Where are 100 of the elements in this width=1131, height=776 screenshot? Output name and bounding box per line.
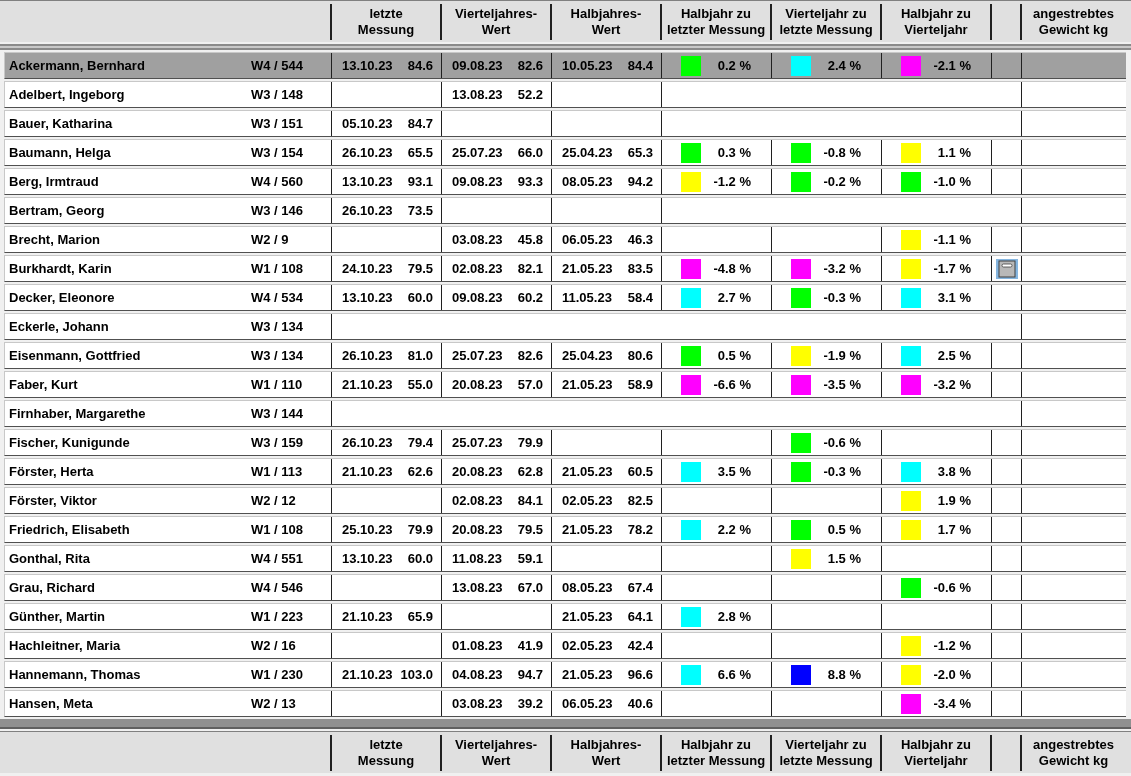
weight-value: 65.9 <box>407 609 433 624</box>
date-text: 02.05.23 <box>562 493 613 508</box>
ward-room: W1 / 113 <box>251 464 303 479</box>
ward-room: W4 / 544 <box>251 58 304 73</box>
percent-change: -2.0 % <box>933 667 972 682</box>
patient-name: Friedrich, Elisabeth <box>9 522 131 537</box>
ward-room: W3 / 146 <box>251 203 304 218</box>
date-text: 21.05.23 <box>562 377 613 392</box>
weight-value: 93.3 <box>517 174 543 189</box>
date-text: 21.10.23 <box>342 667 393 682</box>
date-text: 13.08.23 <box>452 87 503 102</box>
date-text: 09.08.23 <box>452 290 503 305</box>
patient-name: Hannemann, Thomas <box>9 667 142 682</box>
weight-value: 67.4 <box>627 580 653 595</box>
date-text: 06.05.23 <box>562 232 613 247</box>
ward-room: W3 / 134 <box>251 348 304 363</box>
table-row[interactable]: Förster, Herta W1 / 113 21.10.23 62.6 20.08.23 62.8 21.05.23 60.5 3.5 % -0.3 % 3.8 % <box>4 458 1126 485</box>
column-header: angestrebtes Gewicht kg <box>1020 4 1125 40</box>
percent-change: -2.1 % <box>933 58 972 73</box>
percent-change: 6.6 % <box>717 667 752 682</box>
table-row[interactable]: Förster, Viktor W2 / 12 02.08.23 84.1 02.05.23 82.5 1.9 % <box>4 487 1126 514</box>
table-row[interactable]: Brecht, Marion W2 / 9 03.08.23 45.8 06.05.23 46.3 -1.1 % <box>4 226 1126 253</box>
date-text: 21.05.23 <box>562 522 613 537</box>
table-row[interactable]: Fischer, Kunigunde W3 / 159 26.10.23 79.4 25.07.23 79.9 -0.6 % <box>4 429 1126 456</box>
weight-value: 66.0 <box>517 145 543 160</box>
table-row[interactable]: Eisenmann, Gottfried W3 / 134 26.10.23 81.0 25.07.23 82.6 25.04.23 80.6 0.5 % -1.9 % 2.5 % <box>4 342 1126 369</box>
table-row[interactable]: Baumann, Helga W3 / 154 26.10.23 65.5 25.07.23 66.0 25.04.23 65.3 0.3 % -0.8 % 1.1 % <box>4 139 1126 166</box>
date-text: 26.10.23 <box>342 203 393 218</box>
ward-room: W1 / 108 <box>251 522 304 537</box>
table-row[interactable]: Burkhardt, Karin W1 / 108 24.10.23 79.5 02.08.23 82.1 21.05.23 83.5 -4.8 % -3.2 % -1.7 % <box>4 255 1126 282</box>
ward-room: W4 / 534 <box>251 290 304 305</box>
table-row[interactable]: Gonthal, Rita W4 / 551 13.10.23 60.0 11.08.23 59.1 1.5 % <box>4 545 1126 572</box>
icon-button[interactable] <box>995 258 1018 279</box>
table-row[interactable]: Friedrich, Elisabeth W1 / 108 25.10.23 79.9 20.08.23 79.5 21.05.23 78.2 2.2 % 0.5 % 1.7 % <box>4 516 1126 543</box>
percent-change: 3.8 % <box>937 464 972 479</box>
patient-name: Faber, Kurt <box>9 377 79 392</box>
weight-value: 79.9 <box>407 522 433 537</box>
percent-change: -1.0 % <box>933 174 972 189</box>
date-text: 21.10.23 <box>342 609 393 624</box>
table-row[interactable]: Hansen, Meta W2 / 13 03.08.23 39.2 06.05.23 40.6 -3.4 % <box>4 690 1126 717</box>
table-row[interactable]: Eckerle, Johann W3 / 134 <box>4 313 1126 340</box>
weight-value: 46.3 <box>627 232 653 247</box>
percent-change: 3.5 % <box>717 464 752 479</box>
patient-name: Bertram, Georg <box>9 203 106 218</box>
table-row[interactable]: Firnhaber, Margarethe W3 / 144 <box>4 400 1126 427</box>
patient-name: Burkhardt, Karin <box>9 261 113 276</box>
percent-change: 8.8 % <box>827 667 862 682</box>
weight-value: 57.0 <box>517 377 543 392</box>
weight-value: 58.4 <box>627 290 653 305</box>
table-row[interactable]: Ackermann, Bernhard W4 / 544 13.10.23 84.6 09.08.23 82.6 10.05.23 84.4 0.2 % 2.4 % -2.1 % <box>4 52 1126 79</box>
date-text: 09.08.23 <box>452 174 503 189</box>
date-text: 13.08.23 <box>452 580 503 595</box>
patient-name: Berg, Irmtraud <box>9 174 100 189</box>
weight-value: 82.5 <box>627 493 653 508</box>
weight-value: 39.2 <box>517 696 543 711</box>
column-header: angestrebtes Gewicht kg <box>1020 735 1125 771</box>
weight-value: 65.5 <box>407 145 433 160</box>
percent-change: -3.5 % <box>823 377 862 392</box>
date-text: 21.05.23 <box>562 261 613 276</box>
date-text: 21.10.23 <box>342 464 393 479</box>
table-row[interactable]: Adelbert, Ingeborg W3 / 148 13.08.23 52.2 <box>4 81 1126 108</box>
ward-room: W2 / 9 <box>251 232 289 247</box>
weight-value: 42.4 <box>627 638 653 653</box>
weight-value: 96.6 <box>627 667 653 682</box>
percent-change: 2.2 % <box>717 522 752 537</box>
table-row[interactable]: Grau, Richard W4 / 546 13.08.23 67.0 08.05.23 67.4 -0.6 % <box>4 574 1126 601</box>
percent-change: -3.2 % <box>823 261 862 276</box>
patient-name: Eckerle, Johann <box>9 319 110 334</box>
percent-change: -1.2 % <box>713 174 752 189</box>
column-header: letzte Messung <box>330 4 440 40</box>
patient-name: Gonthal, Rita <box>9 551 91 566</box>
date-text: 02.05.23 <box>562 638 613 653</box>
weight-value: 84.7 <box>407 116 433 131</box>
table-row[interactable]: Bertram, Georg W3 / 146 26.10.23 73.5 <box>4 197 1126 224</box>
weight-value: 41.9 <box>517 638 543 653</box>
weight-value: 45.8 <box>517 232 543 247</box>
weight-value: 62.6 <box>407 464 433 479</box>
table-row[interactable]: Berg, Irmtraud W4 / 560 13.10.23 93.1 09.08.23 93.3 08.05.23 94.2 -1.2 % -0.2 % -1.0 % <box>4 168 1126 195</box>
date-text: 26.10.23 <box>342 145 393 160</box>
box-icon <box>997 259 1016 278</box>
column-header: Vierteljahr zu letzte Messung <box>770 4 880 40</box>
ward-room: W3 / 151 <box>251 116 304 131</box>
date-text: 13.10.23 <box>342 174 393 189</box>
column-header: Halbjahres-Wert <box>550 735 660 771</box>
weight-value: 67.0 <box>517 580 543 595</box>
weight-value: 83.5 <box>627 261 653 276</box>
table-row[interactable]: Günther, Martin W1 / 223 21.10.23 65.9 21.05.23 64.1 2.8 % <box>4 603 1126 630</box>
weight-value: 82.6 <box>517 58 543 73</box>
date-text: 08.05.23 <box>562 174 613 189</box>
table-row[interactable]: Decker, Eleonore W4 / 534 13.10.23 60.0 09.08.23 60.2 11.05.23 58.4 2.7 % -0.3 % 3.1 % <box>4 284 1126 311</box>
percent-change: -0.6 % <box>823 435 862 450</box>
table-row[interactable]: Hachleitner, Maria W2 / 16 01.08.23 41.9 02.05.23 42.4 -1.2 % <box>4 632 1126 659</box>
date-text: 04.08.23 <box>452 667 503 682</box>
percent-change: 0.5 % <box>827 522 862 537</box>
percent-change: -4.8 % <box>713 261 752 276</box>
table-row[interactable]: Hannemann, Thomas W1 / 230 21.10.23 103.0 04.08.23 94.7 21.05.23 96.6 6.6 % 8.8 % -2.0 % <box>4 661 1126 688</box>
table-row[interactable]: Bauer, Katharina W3 / 151 05.10.23 84.7 <box>4 110 1126 137</box>
table-row[interactable]: Faber, Kurt W1 / 110 21.10.23 55.0 20.08.23 57.0 21.05.23 58.9 -6.6 % -3.5 % -3.2 % <box>4 371 1126 398</box>
patient-name: Förster, Viktor <box>9 493 98 508</box>
column-header: Halbjahr zu letzter Messung <box>660 4 770 40</box>
